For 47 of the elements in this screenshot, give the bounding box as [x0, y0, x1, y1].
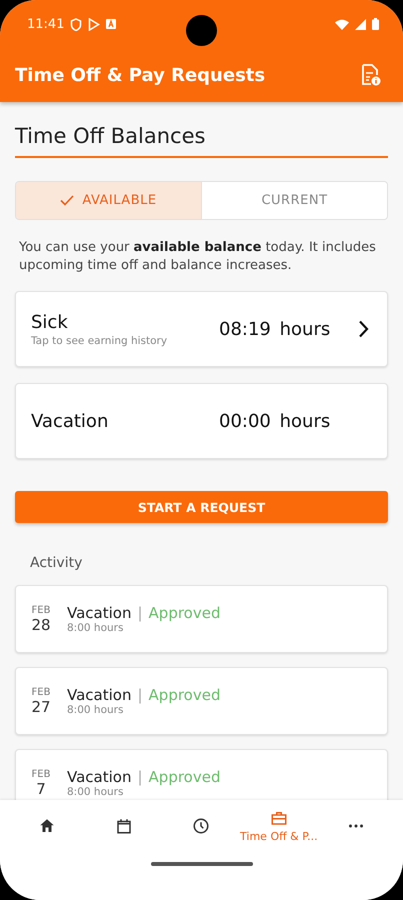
- signal-icon: [355, 18, 366, 30]
- balance-card[interactable]: Sick Tap to see earning history 08:19 hours: [15, 291, 388, 367]
- wifi-icon: [335, 18, 349, 30]
- activity-hours: 8:00 hours: [67, 786, 124, 798]
- activity-card[interactable]: FEB 28 Vacation | Approved 8:00 hours: [15, 585, 388, 653]
- document-info-icon[interactable]: [361, 64, 381, 86]
- activity-hours: 8:00 hours: [67, 704, 124, 716]
- section-title: Time Off Balances: [15, 124, 388, 158]
- activity-month: FEB: [32, 686, 50, 698]
- shield-icon: [70, 18, 82, 30]
- activity-status: Approved: [148, 686, 220, 704]
- balance-tab[interactable]: CURRENT: [202, 182, 387, 219]
- home-icon: [38, 817, 56, 835]
- balance-name: Sick: [31, 312, 69, 332]
- balance-name: Vacation: [31, 410, 110, 432]
- activity-type: Vacation: [67, 686, 132, 704]
- separator: |: [137, 686, 143, 704]
- activity-card[interactable]: FEB 27 Vacation | Approved 8:00 hours: [15, 667, 388, 735]
- notification-icon: [106, 19, 116, 29]
- activity-day: 28: [31, 616, 51, 634]
- activity-type: Vacation: [67, 768, 132, 786]
- activity-month: FEB: [32, 604, 50, 616]
- separator: |: [137, 768, 143, 786]
- app-title: Time Off & Pay Requests: [15, 64, 266, 86]
- camera-hole: [186, 15, 217, 46]
- balance-amount: 08:19 hours: [219, 318, 332, 340]
- balance-hint: Tap to see earning history: [31, 334, 168, 346]
- check-icon: [60, 195, 74, 206]
- briefcase-icon: [270, 809, 288, 827]
- separator: |: [137, 604, 143, 622]
- activity-day: 7: [36, 780, 46, 798]
- info-text: You can use your available balance today. It includes upcoming time off and balance increases.: [19, 239, 377, 275]
- calendar-icon: [115, 817, 134, 835]
- activity-card[interactable]: FEB 7 Vacation | Approved 8:00 hours: [15, 749, 388, 800]
- activity-day: 27: [31, 698, 51, 716]
- activity-status: Approved: [148, 768, 220, 786]
- activity-status: Approved: [148, 604, 220, 622]
- activity-hours: 8:00 hours: [67, 622, 124, 634]
- clock-icon: [192, 817, 210, 835]
- play-store-icon: [88, 18, 100, 30]
- status-time: 11:41: [27, 16, 64, 32]
- activity-title: Activity: [30, 555, 84, 571]
- more-icon: [349, 824, 364, 828]
- battery-icon: [372, 18, 379, 30]
- balance-amount: 00:00 hours: [219, 410, 332, 432]
- activity-month: FEB: [32, 768, 50, 780]
- activity-type: Vacation: [67, 604, 132, 622]
